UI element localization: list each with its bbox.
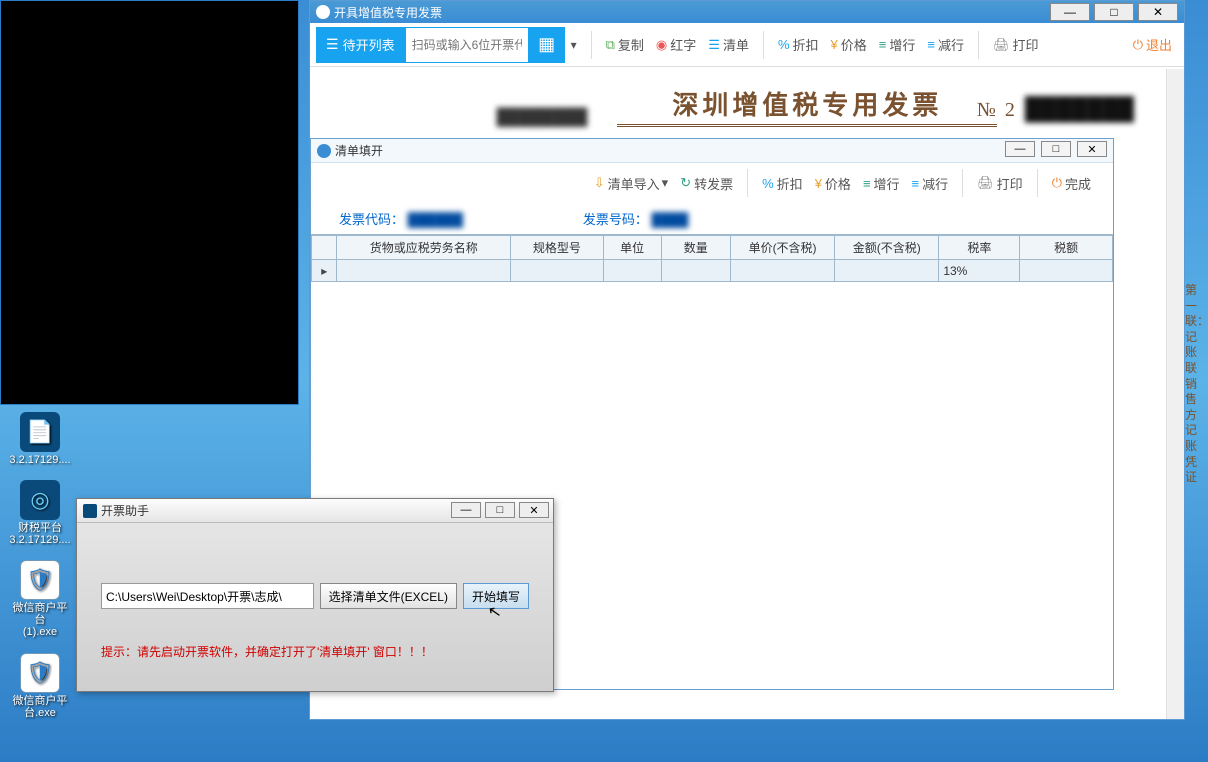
print-button[interactable]: 🖨打印 [971,174,1029,193]
desktop-label: 微信商户平台 (1).exe [8,602,72,638]
col-amount[interactable]: 金额(不含税) [835,236,939,260]
close-button[interactable]: ✕ [1138,3,1178,21]
helper-tip: 提示：请先启动开票软件，并确定打开了'清单填开' 窗口！！！ [101,643,529,660]
print-button[interactable]: 🖨打印 [987,35,1045,54]
invoice-no-value: ███████ [1025,96,1134,122]
invoice-title: 深圳增值税专用发票 [617,85,997,127]
desktop-icon[interactable]: ◎ 财税平台 3.2.17129.... [8,480,72,546]
discount-button[interactable]: %折扣 [772,35,825,54]
invoice-helper-window: 开票助手 — □ ✕ 选择清单文件(EXCEL) 开始填写 提示：请先启动开票软… [76,498,554,692]
invoice-num-label: 发票号码： [583,212,648,227]
discount-button[interactable]: %折扣 [756,174,809,193]
select-file-button[interactable]: 选择清单文件(EXCEL) [320,583,457,609]
price-button[interactable]: ¥价格 [809,174,857,193]
col-name[interactable]: 货物或应税劳务名称 [337,236,511,260]
scan-input[interactable] [405,27,529,63]
red-invoice-button[interactable]: ◉红字 [650,35,702,54]
window-title: 开具增值税专用发票 [334,4,442,21]
window-title: 清单填开 [335,142,383,159]
maximize-button[interactable]: □ [1041,141,1071,157]
price-button[interactable]: ¥价格 [825,35,873,54]
maximize-button[interactable]: □ [1094,3,1134,21]
window-title: 开票助手 [101,502,149,519]
invoice-num-value: ████ [652,212,689,227]
col-unit[interactable]: 单位 [603,236,661,260]
copy-button[interactable]: ⧉复制 [600,35,650,54]
table-row[interactable]: ▸ 13% [312,260,1113,282]
desktop-icon[interactable]: 🛡 微信商户平 台.exe [8,653,72,719]
close-button[interactable]: ✕ [1077,141,1107,157]
import-button[interactable]: ⇩清单导入▾ [588,174,674,193]
item-grid[interactable]: 货物或应税劳务名称 规格型号 单位 数量 单价(不含税) 金额(不含税) 税率 … [311,234,1113,282]
col-taxrate[interactable]: 税率 [939,236,1020,260]
addrow-button[interactable]: ≡增行 [857,174,906,193]
col-spec[interactable]: 规格型号 [511,236,604,260]
tax-rate-cell[interactable]: 13% [939,260,1020,282]
addrow-button[interactable]: ≡增行 [873,35,922,54]
minimize-button[interactable]: — [451,502,481,518]
maximize-button[interactable]: □ [485,502,515,518]
scrollbar[interactable] [1166,69,1184,719]
minimize-button[interactable]: — [1050,3,1090,21]
minimize-button[interactable]: — [1005,141,1035,157]
pending-list-button[interactable]: ☰待开列表 [316,27,405,63]
delrow-button[interactable]: ≡减行 [921,35,970,54]
desktop-label: 微信商户平 台.exe [8,695,72,719]
invoice-code-value: ██████ [408,212,463,227]
main-toolbar: ☰待开列表 ▦ ▾ ⧉复制 ◉红字 ☰清单 %折扣 ¥价格 ≡增行 ≡减行 🖨打… [310,23,1184,67]
delrow-button[interactable]: ≡减行 [906,174,955,193]
finish-button[interactable]: ⏻完成 [1046,174,1097,193]
exit-button[interactable]: ⏻退出 [1127,35,1178,54]
list-button[interactable]: ☰清单 [702,35,755,54]
blurred-text: ████████ [497,109,588,127]
invoice-no-label: № 2 [977,99,1017,122]
col-tax[interactable]: 税额 [1020,236,1113,260]
invoice-fold-label: 第一联：记账联 销售方记账凭证 [1185,283,1203,486]
file-path-input[interactable] [101,583,314,609]
desktop-icon[interactable]: 🛡 微信商户平台 (1).exe [8,560,72,638]
desktop-label: 财税平台 3.2.17129.... [8,522,72,546]
app-icon [317,144,331,158]
col-qty[interactable]: 数量 [661,236,730,260]
to-invoice-button[interactable]: ↻转发票 [674,174,739,193]
col-price[interactable]: 单价(不含税) [730,236,834,260]
app-icon [316,5,330,19]
app-icon [83,504,97,518]
invoice-code-label: 发票代码： [339,212,404,227]
desktop-label: 3.2.17129.... [8,454,72,466]
qr-icon[interactable]: ▦ [529,27,565,63]
list-toolbar: ⇩清单导入▾ ↻转发票 %折扣 ¥价格 ≡增行 ≡减行 🖨打印 ⏻完成 [311,163,1113,203]
close-button[interactable]: ✕ [519,502,549,518]
desktop-icon[interactable]: 📄 3.2.17129.... [8,412,72,466]
dropdown-arrow[interactable]: ▾ [565,38,583,52]
